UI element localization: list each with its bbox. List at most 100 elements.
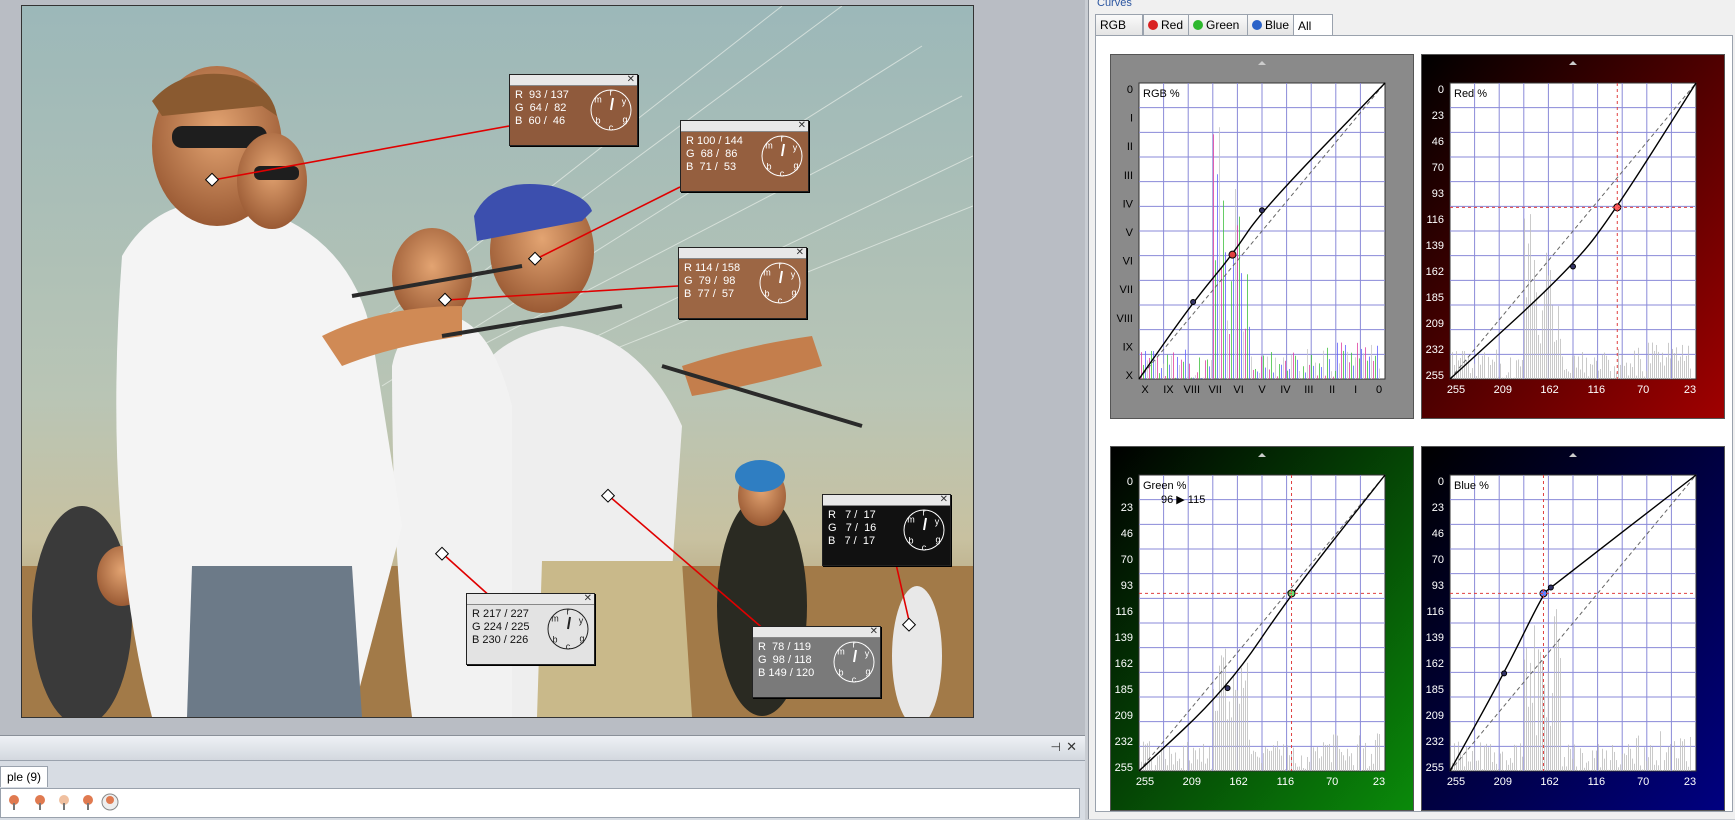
color-wheel-icon: mrybcg (758, 261, 802, 305)
x-tick-label: 162 (1229, 776, 1247, 788)
x-tick-label: V (1258, 384, 1266, 396)
x-tick-label: 23 (1684, 384, 1696, 396)
sample-box-6[interactable]: ✕ R 78 / 119G 98 / 118B 149 / 120 mrybcg (752, 626, 881, 698)
close-icon[interactable]: ✕ (798, 119, 806, 132)
dial-letter: r (610, 88, 613, 97)
sample-box-titlebar[interactable]: ✕ (753, 627, 880, 638)
y-tick-label: 232 (1115, 736, 1133, 748)
sample-values: R 100 / 144G 68 / 86B 71 / 53 (686, 135, 743, 174)
dial-letter: y (791, 269, 796, 279)
dial-letter: g (622, 114, 627, 124)
y-tick-label: 185 (1426, 684, 1444, 696)
dial-letter: r (781, 134, 784, 143)
y-tick-label: 185 (1115, 684, 1133, 696)
x-tick-label: II (1329, 384, 1335, 396)
dial-letter: y (935, 516, 940, 526)
x-tick-label: VIII (1184, 384, 1201, 396)
y-tick-label: 23 (1432, 110, 1444, 122)
x-tick-label: 255 (1447, 776, 1465, 788)
y-tick-label: 162 (1115, 658, 1133, 670)
x-tick-label: IX (1163, 384, 1174, 396)
dial-letter: b (838, 667, 843, 677)
close-icon[interactable]: ✕ (940, 493, 948, 506)
blue-curve-editor[interactable]: Blue %0234670931161391621852092322552552… (1421, 446, 1725, 811)
y-tick-label: 139 (1115, 632, 1133, 644)
curve-control-point (1502, 671, 1507, 676)
color-wheel-icon: mrybcg (760, 134, 804, 178)
tab-label: Green (1206, 15, 1239, 35)
close-icon[interactable]: ✕ (1066, 739, 1077, 755)
y-tick-label: 116 (1426, 214, 1444, 226)
y-tick-label: 93 (1432, 580, 1444, 592)
blue-value: B 77 / 57 (684, 288, 740, 301)
curve-control-point (1229, 251, 1236, 258)
blue-value: B 149 / 120 (758, 667, 814, 680)
eyedropper-icon[interactable] (101, 793, 119, 811)
curve-label: RGB % (1143, 88, 1180, 100)
blue-dot-icon (1252, 20, 1262, 30)
y-tick-label: 209 (1115, 710, 1133, 722)
dial-letter: g (865, 666, 870, 676)
photo-canvas[interactable]: ✕ R 93 / 137G 64 / 82B 60 / 46 mrybcg ✕ … (21, 5, 974, 718)
sample-box-4[interactable]: ✕ R 7 / 17G 7 / 16B 7 / 17 mrybcg (822, 494, 951, 566)
y-tick-label: VII (1120, 284, 1133, 296)
tab-label: Red (1161, 15, 1183, 35)
dial-letter: y (793, 142, 798, 152)
color-wheel-icon: mrybcg (546, 607, 590, 651)
sample-box-2[interactable]: ✕ R 100 / 144G 68 / 86B 71 / 53 mrybcg (680, 120, 809, 192)
sample-box-titlebar[interactable]: ✕ (467, 594, 594, 605)
x-tick-label: X (1141, 384, 1149, 396)
sample-box-titlebar[interactable]: ✕ (681, 121, 808, 132)
dial-letter: m (594, 94, 602, 104)
curve-label: Blue % (1454, 480, 1489, 492)
tab-red[interactable]: Red (1143, 14, 1191, 36)
x-tick-label: I (1354, 384, 1357, 396)
sample-box-3[interactable]: ✕ R 114 / 158G 79 / 98B 77 / 57 mrybcg (678, 247, 807, 319)
dial-letter: b (908, 535, 913, 545)
x-tick-label: 209 (1494, 776, 1512, 788)
eyedropper-icon[interactable] (55, 793, 73, 811)
close-icon[interactable]: ✕ (796, 246, 804, 259)
y-tick-label: VI (1123, 256, 1133, 268)
sample-box-titlebar[interactable]: ✕ (679, 248, 806, 259)
y-tick-label: 0 (1127, 84, 1133, 96)
rgb-curve-editor[interactable]: RGB %0IIIIIIIVVVIVIIVIIIIXXXIXVIIIVIIVIV… (1110, 54, 1414, 419)
red-value: R 7 / 17 (828, 509, 876, 522)
curves-panel: Curves RGB Red Green Blue All RGB %0IIII… (1088, 0, 1735, 819)
tab-rgb[interactable]: RGB (1095, 14, 1143, 36)
x-tick-label: VI (1233, 384, 1243, 396)
sample-box-1[interactable]: ✕ R 93 / 137G 64 / 82B 60 / 46 mrybcg (509, 74, 638, 146)
close-icon[interactable]: ✕ (870, 625, 878, 638)
tab-all[interactable]: All (1293, 14, 1333, 37)
sample-box-5[interactable]: ✕ R 217 / 227G 224 / 225B 230 / 226 mryb… (466, 593, 595, 665)
red-value: R 78 / 119 (758, 641, 814, 654)
x-tick-label: 23 (1373, 776, 1385, 788)
red-value: R 93 / 137 (515, 89, 569, 102)
close-icon[interactable]: ✕ (627, 73, 635, 86)
eyedropper-icon[interactable] (5, 793, 23, 811)
dial-letter: m (551, 613, 559, 623)
dial-letter: c (609, 122, 614, 132)
sample-box-titlebar[interactable]: ✕ (823, 495, 950, 506)
x-tick-label: 116 (1588, 384, 1606, 396)
eyedropper-icon[interactable] (31, 793, 49, 811)
eyedropper-icon[interactable] (79, 793, 97, 811)
tab-blue[interactable]: Blue (1247, 14, 1297, 36)
sample-box-titlebar[interactable]: ✕ (510, 75, 637, 86)
dial-letter: r (567, 607, 570, 616)
curve-control-point (1571, 264, 1576, 269)
red-value: R 114 / 158 (684, 262, 740, 275)
green-curve-editor[interactable]: Green %96 ▶ 1150234670931161391621852092… (1110, 446, 1414, 811)
pin-icon[interactable]: ⊣ (1051, 740, 1061, 754)
dial-letter: c (780, 168, 785, 178)
tab-green[interactable]: Green (1188, 14, 1250, 36)
color-wheel-icon: mrybcg (832, 640, 876, 684)
curve-control-point (1225, 686, 1230, 691)
panel-title: Curves (1089, 0, 1735, 11)
green-value: G 68 / 86 (686, 148, 743, 161)
tab-samples[interactable]: ple (9) (0, 766, 48, 787)
close-icon[interactable]: ✕ (584, 592, 592, 605)
y-tick-label: VIII (1116, 313, 1133, 325)
sample-values: R 7 / 17G 7 / 16B 7 / 17 (828, 509, 876, 548)
red-curve-editor[interactable]: Red %02346709311613916218520923225525520… (1421, 54, 1725, 419)
